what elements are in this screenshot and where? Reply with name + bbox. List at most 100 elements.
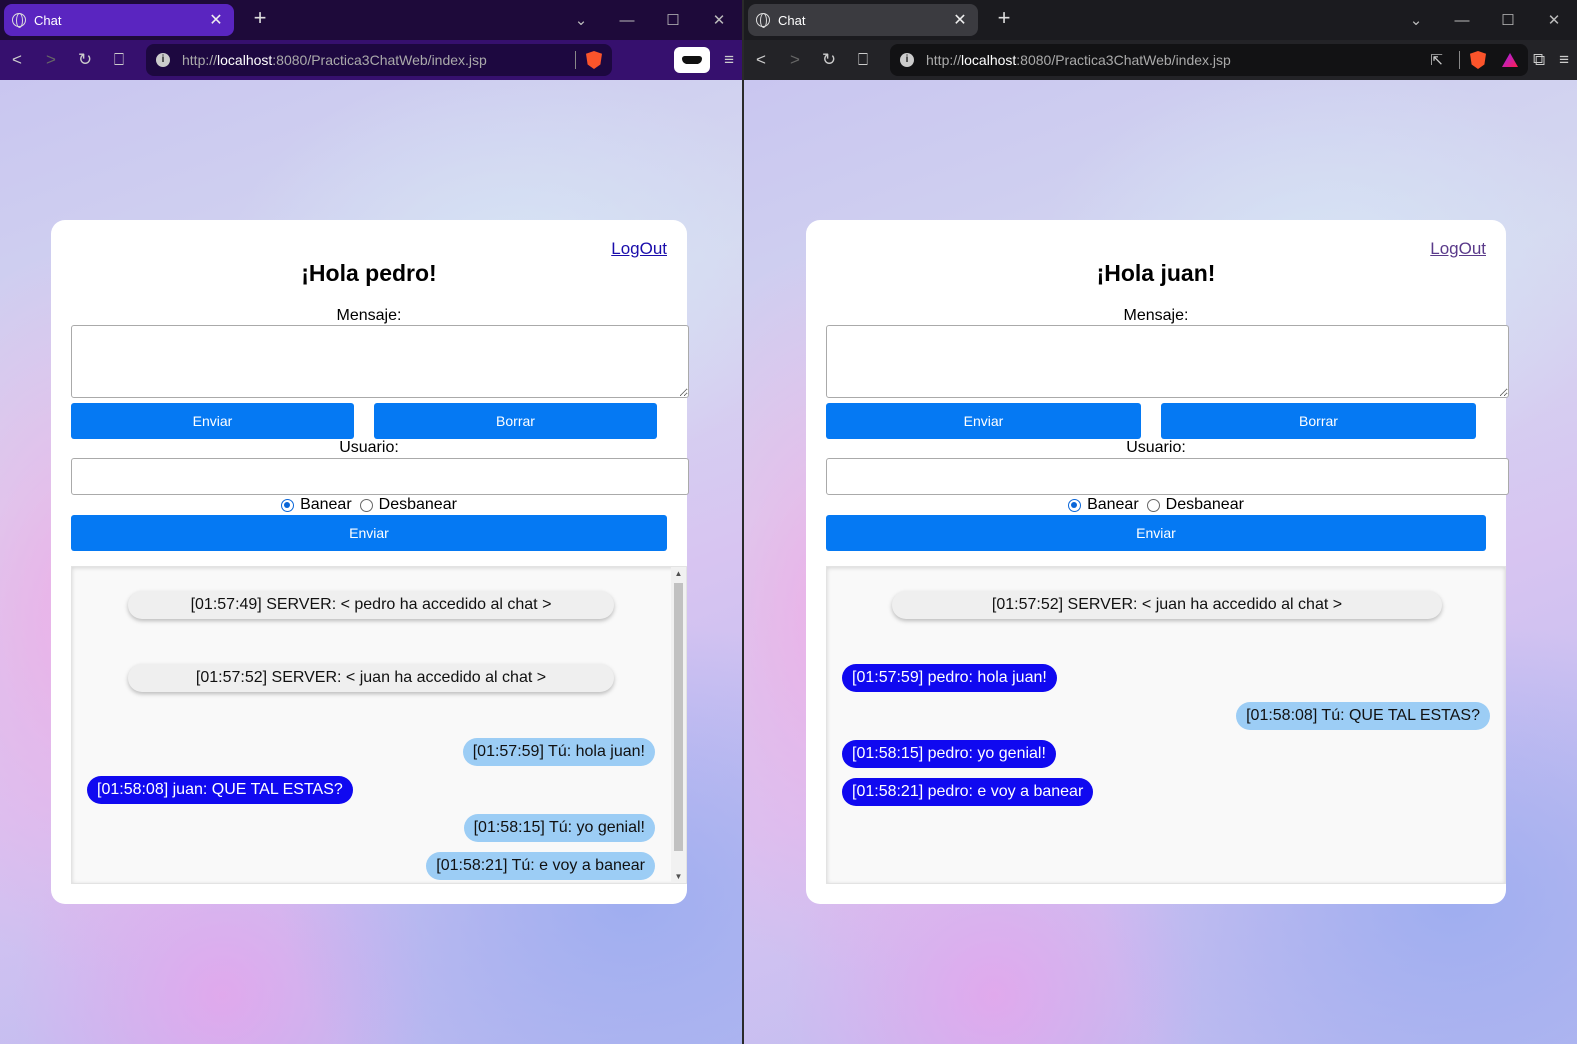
browser-window-pedro: Chat ✕ + ⌄ — ☐ ✕ < > ↻ ⎕ i http://localh… (0, 0, 742, 1044)
brave-shield-icon[interactable] (1470, 51, 1486, 69)
url-scheme: http:// (926, 52, 962, 68)
scroll-down-icon[interactable]: ▼ (671, 872, 686, 881)
minimize-icon[interactable]: — (1439, 12, 1485, 29)
ban-label: Banear (1087, 496, 1139, 513)
toolbar: < > ↻ ⎕ i http://localhost:8080/Practica… (0, 40, 742, 80)
message-label: Mensaje: (1123, 307, 1189, 324)
separator (1459, 51, 1460, 69)
puzzle-icon[interactable]: ⧉ (1533, 50, 1545, 70)
minimize-icon[interactable]: — (604, 12, 650, 29)
address-bar[interactable]: i http://localhost:8080/Practica3ChatWeb… (146, 44, 612, 76)
chat-messages[interactable]: [01:57:49] SERVER: < pedro ha accedido a… (71, 566, 687, 884)
forward-arrow-icon[interactable]: > (778, 50, 812, 70)
scroll-up-icon[interactable]: ▲ (671, 569, 686, 578)
server-message: [01:57:52] SERVER: < juan ha accedido al… (128, 664, 614, 692)
plus-icon[interactable]: + (992, 7, 1016, 31)
submit-ban-button[interactable]: Enviar (826, 515, 1486, 551)
server-message: [01:57:52] SERVER: < juan ha accedido al… (892, 591, 1442, 619)
reload-icon[interactable]: ↻ (68, 50, 102, 70)
user-label: Usuario: (1126, 439, 1186, 456)
page-viewport: LogOut ¡Hola juan! Mensaje: Enviar Borra… (744, 80, 1577, 1044)
radio-checked-icon[interactable] (1068, 498, 1082, 512)
own-message: [01:58:08] Tú: QUE TAL ESTAS? (1236, 702, 1490, 730)
other-message: [01:57:59] pedro: hola juan! (842, 664, 1057, 692)
tab-strip: Chat ✕ + ⌄ — ☐ ✕ (744, 0, 1577, 40)
toolbar-right: ⧉ ≡ (1533, 40, 1569, 80)
own-message: [01:57:59] Tú: hola juan! (462, 738, 655, 766)
tab-chat[interactable]: Chat ✕ (748, 4, 978, 36)
user-input[interactable] (826, 458, 1509, 495)
unban-option[interactable]: Desbanear (1146, 496, 1244, 514)
radio-unchecked-icon[interactable] (1146, 498, 1160, 512)
radio-unchecked-icon[interactable] (359, 498, 373, 512)
message-label: Mensaje: (336, 307, 402, 324)
brave-shield-icon[interactable] (586, 51, 602, 69)
info-icon[interactable]: i (900, 53, 914, 67)
message-input[interactable] (71, 325, 689, 398)
close-icon[interactable]: ✕ (206, 10, 226, 30)
back-arrow-icon[interactable]: < (0, 50, 34, 70)
clear-button[interactable]: Borrar (374, 403, 657, 439)
page-title: ¡Hola juan! (1096, 260, 1216, 286)
chat-messages[interactable]: [01:57:52] SERVER: < juan ha accedido al… (826, 566, 1506, 884)
window-controls: ⌄ — ☐ ✕ (1393, 0, 1577, 40)
info-icon[interactable]: i (156, 53, 170, 67)
reload-icon[interactable]: ↻ (812, 50, 846, 70)
maximize-icon[interactable]: ☐ (650, 11, 696, 29)
tab-chat[interactable]: Chat ✕ (4, 4, 234, 36)
bookmark-icon[interactable]: ⎕ (846, 50, 880, 70)
logout-link[interactable]: LogOut (611, 239, 667, 259)
forward-arrow-icon[interactable]: > (34, 50, 68, 70)
close-icon[interactable]: ✕ (950, 10, 970, 30)
scrollbar-thumb[interactable] (674, 583, 683, 851)
user-label: Usuario: (339, 439, 399, 456)
address-bar[interactable]: i http://localhost:8080/Practica3ChatWeb… (890, 44, 1528, 76)
globe-icon (12, 13, 26, 28)
chevron-down-icon[interactable]: ⌄ (558, 11, 604, 29)
ban-option[interactable]: Banear (1068, 496, 1139, 514)
other-message: [01:58:21] pedro: e voy a banear (842, 778, 1094, 806)
radio-checked-icon[interactable] (281, 498, 295, 512)
chevron-down-icon[interactable]: ⌄ (1393, 11, 1439, 29)
url-host: localhost (961, 52, 1017, 68)
globe-icon (756, 13, 770, 28)
send-button[interactable]: Enviar (826, 403, 1141, 439)
url-path: :8080/Practica3ChatWeb/index.jsp (1016, 52, 1231, 68)
clear-button[interactable]: Borrar (1161, 403, 1476, 439)
browser-window-juan: Chat ✕ + ⌄ — ☐ ✕ < > ↻ ⎕ i http://localh… (744, 0, 1577, 1044)
unban-label: Desbanear (378, 496, 457, 513)
user-input[interactable] (71, 458, 689, 495)
tab-strip: Chat ✕ + ⌄ — ☐ ✕ (0, 0, 742, 40)
hamburger-menu-icon[interactable]: ≡ (1559, 50, 1569, 70)
hamburger-menu-icon[interactable]: ≡ (724, 50, 734, 70)
unban-option[interactable]: Desbanear (359, 496, 457, 514)
ban-option[interactable]: Banear (281, 496, 352, 514)
close-window-icon[interactable]: ✕ (696, 11, 742, 29)
ban-options: Banear Desbanear (51, 496, 687, 514)
share-icon[interactable]: ⇱ (1430, 51, 1443, 69)
page-viewport: LogOut ¡Hola pedro! Mensaje: Enviar Borr… (0, 80, 742, 1044)
vpn-icon[interactable] (674, 47, 711, 73)
submit-ban-button[interactable]: Enviar (71, 515, 667, 551)
bookmark-icon[interactable]: ⎕ (102, 50, 136, 70)
logout-link[interactable]: LogOut (1430, 239, 1486, 259)
maximize-icon[interactable]: ☐ (1485, 11, 1531, 29)
ban-label: Banear (300, 496, 352, 513)
plus-icon[interactable]: + (248, 7, 272, 31)
tab-title: Chat (778, 12, 806, 28)
brave-rewards-icon[interactable] (1502, 53, 1518, 67)
back-arrow-icon[interactable]: < (744, 50, 778, 70)
ban-options: Banear Desbanear (806, 496, 1506, 514)
close-window-icon[interactable]: ✕ (1531, 11, 1577, 29)
chat-card: LogOut ¡Hola pedro! Mensaje: Enviar Borr… (51, 220, 689, 904)
unban-label: Desbanear (1165, 496, 1244, 513)
page-title: ¡Hola pedro! (301, 260, 437, 286)
chat-scrollbar[interactable]: ▲ ▼ (671, 567, 686, 883)
url-path: :8080/Practica3ChatWeb/index.jsp (272, 52, 487, 68)
message-input[interactable] (826, 325, 1509, 398)
toolbar: < > ↻ ⎕ i http://localhost:8080/Practica… (744, 40, 1577, 80)
tab-title: Chat (34, 12, 62, 28)
own-message: [01:58:15] Tú: yo genial! (463, 814, 655, 842)
chat-card: LogOut ¡Hola juan! Mensaje: Enviar Borra… (806, 220, 1509, 904)
send-button[interactable]: Enviar (71, 403, 354, 439)
